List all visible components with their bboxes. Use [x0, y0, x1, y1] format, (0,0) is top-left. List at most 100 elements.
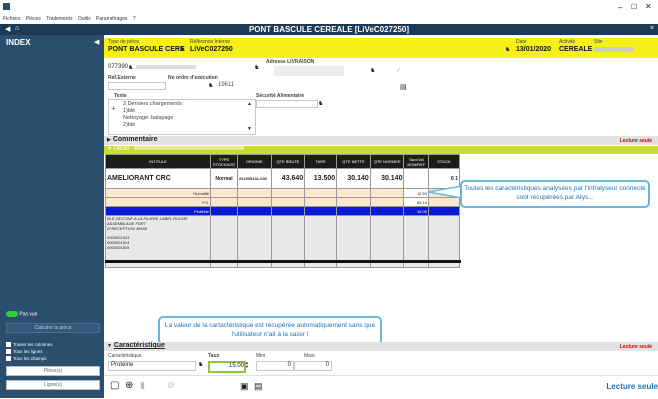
date-search-icon[interactable]: ♞ [505, 46, 510, 53]
table-row[interactable]: P.S. 83.10 [104, 197, 461, 207]
detail-blurred [133, 146, 244, 151]
menu-bar: Fichiers Pièces Traitements Outils Param… [3, 16, 658, 24]
delivery-address [274, 66, 344, 76]
cell-empty [236, 206, 272, 216]
menu-fichiers[interactable]: Fichiers [3, 16, 21, 22]
maxi-field[interactable]: 0 [294, 361, 332, 371]
food-safety-search-icon[interactable]: ♞ [318, 100, 323, 107]
ref-label: Référence Interne [190, 39, 231, 45]
calculate-button[interactable]: Calculer la pièce [6, 323, 100, 333]
option-all-rows[interactable]: Tous les lignes [6, 348, 53, 355]
minimize-icon[interactable]: – [618, 3, 622, 12]
footer-status: Lecture seule [606, 382, 658, 391]
cell-origine: 201909131-000 [236, 168, 272, 189]
client-name [136, 65, 196, 69]
caracteristique-title: Caractéristique [113, 342, 165, 349]
close-icon[interactable]: ✕ [645, 2, 652, 11]
document-header: Type de pièce PONT BASCULE CERE ♞ Référe… [104, 38, 658, 58]
col-stock[interactable]: STOCK [427, 154, 461, 169]
cell-taux [403, 168, 429, 189]
type-search-icon[interactable]: ♞ [180, 46, 185, 53]
col-nette[interactable]: QTE NETTE [336, 154, 371, 169]
col-origine[interactable]: ORIGINE [236, 154, 272, 169]
print-icon[interactable]: ▣ [240, 381, 249, 392]
table-row-selected[interactable]: Protéine 15.00 [104, 206, 461, 216]
taux-spinner-icon[interactable]: ▲ ▼ [245, 361, 249, 369]
callout-1-pointer [428, 186, 462, 198]
maxi-label: Maxi [304, 353, 315, 359]
scroll-down-icon[interactable]: ▼ [247, 126, 252, 132]
validate-icon[interactable]: ✓ [396, 66, 402, 74]
pieces-button[interactable]: Pièce(s) [6, 366, 100, 376]
print-multi-icon[interactable]: ▤ [254, 381, 263, 392]
taux-field[interactable]: 15.00 [208, 361, 246, 373]
exec-search-icon[interactable]: ♞ [208, 82, 213, 89]
note-line: N°RECEPTION 48660 [107, 226, 148, 231]
checkbox[interactable] [6, 349, 11, 355]
window-close-icon[interactable]: × [650, 25, 654, 32]
col-tare[interactable]: TARE [304, 154, 338, 169]
caracteristique-field[interactable]: Protéine [108, 361, 196, 371]
detail-label: Détail [113, 146, 129, 152]
cell-empty [369, 197, 405, 207]
menu-outils[interactable]: Outils [78, 16, 91, 22]
window-title: PONT BASCULE CEREALE [LiVeC027250] [248, 25, 410, 34]
delivery-label: Adresse LIVRAISON [266, 59, 315, 65]
lignes-button[interactable]: Ligne(s) [6, 380, 100, 390]
checkbox[interactable] [6, 356, 11, 362]
table-row[interactable]: AMELIORANT CRC Normal 201909131-000 43.6… [104, 168, 461, 189]
option-all-fields[interactable]: Tous les champs [6, 355, 53, 362]
mini-field[interactable]: 0 [256, 361, 294, 371]
table-header: INTITULE TYPE STOCKAGE ORIGINE QTE BRUTE… [104, 154, 461, 169]
caracteristique-search-icon[interactable]: ♞ [198, 361, 203, 368]
menu-parametrages[interactable]: Paramétrages [96, 16, 127, 22]
site-value[interactable] [594, 47, 634, 52]
callout-bubble-2: La valeur de la cartactéristique est réc… [158, 316, 382, 345]
print-icon[interactable]: ▤ [400, 83, 407, 91]
footer-toolbar: ▢ ⊕ ▮ ⊘ ▣ ▤ Lecture seule [104, 375, 658, 399]
text-line: 1)blé [123, 108, 136, 114]
exec-value[interactable]: 19611 [218, 82, 234, 88]
text-lines: 3 Derniers chargements : 1)blé Nettoyage… [123, 101, 185, 129]
date-value[interactable]: 13/01/2020 [516, 46, 551, 53]
activity-value[interactable]: CEREALE [559, 46, 592, 53]
add-text-icon[interactable]: + [111, 104, 116, 113]
date-label: Date [516, 39, 527, 45]
new-icon[interactable]: ▢ [110, 380, 119, 391]
sidebar-collapse-icon[interactable]: ◀ [94, 38, 99, 46]
detail-bar[interactable]: ▼ Détail [104, 146, 658, 154]
menu-pieces[interactable]: Pièces [26, 16, 41, 22]
col-brute[interactable]: QTE BRUTE [270, 154, 306, 169]
text-area[interactable]: + 3 Derniers chargements : 1)blé Nettoya… [108, 99, 256, 135]
validate-icon[interactable]: ⊘ [167, 380, 175, 391]
ext-ref-field[interactable] [108, 82, 166, 90]
add-icon[interactable]: ⊕ [125, 380, 133, 391]
menu-help[interactable]: ? [133, 16, 136, 22]
col-taux[interactable]: Taux/Val BON/REF [403, 154, 429, 169]
delete-icon[interactable]: ▮ [140, 380, 145, 391]
maximize-icon[interactable]: ☐ [631, 3, 637, 11]
scroll-up-icon[interactable]: ▲ [247, 101, 252, 107]
type-value[interactable]: PONT BASCULE CERE [108, 46, 185, 53]
caracteristique-section[interactable]: ▼ Caractéristique Lecture seule [104, 342, 658, 351]
table-row[interactable]: Humidité 12.50 [104, 188, 461, 198]
read-only-label: Lecture seule [619, 138, 652, 144]
ref-value[interactable]: LiVeC027250 [190, 46, 233, 53]
delivery-search-icon[interactable]: ♞ [370, 67, 375, 74]
client-code[interactable]: 077390 [108, 64, 128, 70]
client-search-icon[interactable]: ♞ [128, 64, 133, 71]
commentaire-section[interactable]: ▶ Commentaire Lecture seule [104, 136, 658, 145]
option-all-columns[interactable]: Toutes les colonnes [6, 341, 53, 348]
view-toggle[interactable]: Pas vue [6, 311, 37, 317]
col-intitule[interactable]: INTITULE [104, 154, 212, 169]
cell-taux: 12.50 [403, 188, 429, 198]
option-label: Tous les lignes [13, 349, 43, 354]
client-lookup-icon[interactable]: ♞ [254, 64, 259, 71]
col-normee[interactable]: QTE NORMEE [369, 154, 405, 169]
col-type[interactable]: TYPE STOCKAGE [210, 154, 238, 169]
food-safety-field[interactable] [256, 100, 318, 108]
option-label: Tous les champs [13, 356, 47, 361]
checkbox[interactable] [6, 342, 11, 348]
menu-traitements[interactable]: Traitements [46, 16, 72, 22]
cell-empty [210, 197, 238, 207]
